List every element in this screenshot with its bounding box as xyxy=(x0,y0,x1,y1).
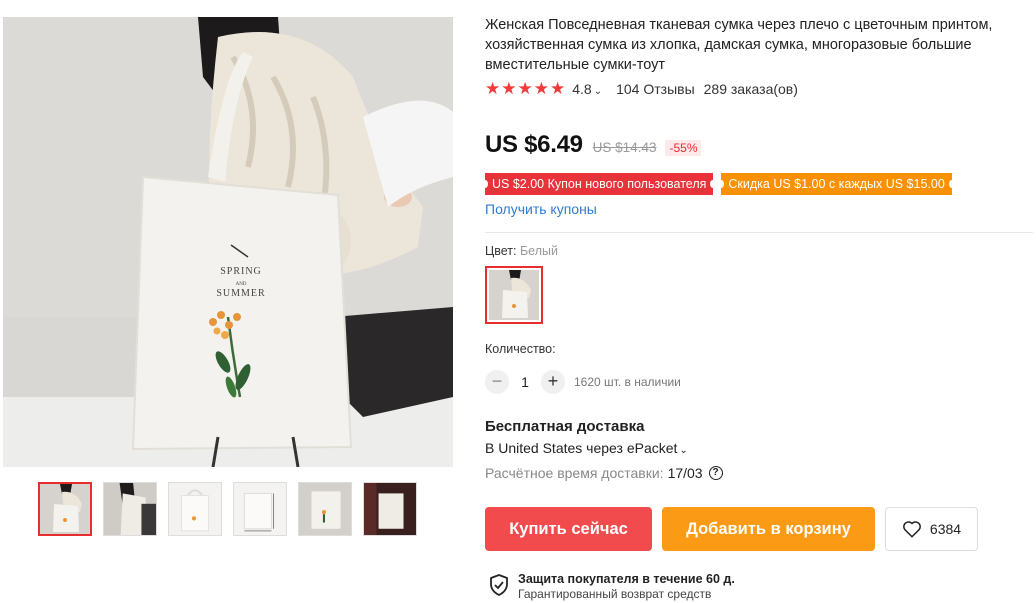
thumbnail-4[interactable] xyxy=(233,482,287,536)
shield-check-icon xyxy=(490,574,508,596)
star-icon: ★ xyxy=(501,79,517,98)
delivery-estimate-date: 17/03 xyxy=(667,465,703,481)
orders-count: 289 заказа(ов) xyxy=(703,81,798,97)
quantity-stepper: − 1 + 1620 шт. в наличии xyxy=(485,370,681,394)
rating-row: ★ ★ ★ ★ ★ 4.8 ⌄ 104 Отзывы 289 заказа(ов) xyxy=(485,80,798,98)
star-icon: ★ xyxy=(533,79,549,98)
star-icon: ★ xyxy=(485,79,501,98)
buyer-protection: Защита покупателя в течение 60 д. Гарант… xyxy=(489,572,735,602)
quantity-decrease-button[interactable]: − xyxy=(485,370,509,394)
get-coupons-link[interactable]: Получить купоны xyxy=(485,201,597,217)
bag-print-and: AND xyxy=(236,282,247,287)
rating-value-dropdown[interactable]: 4.8 ⌄ xyxy=(572,81,602,97)
price-row: US $6.49 US $14.43 -55% xyxy=(485,131,702,159)
delivery-estimate: Расчётное время доставки: 17/03 ? xyxy=(485,465,723,481)
color-label-text: Цвет: xyxy=(485,244,517,258)
buy-now-button[interactable]: Купить сейчас xyxy=(485,507,652,551)
question-circle-icon[interactable]: ? xyxy=(708,466,723,480)
thumbnail-3[interactable] xyxy=(168,482,222,536)
heart-icon xyxy=(903,521,921,538)
stock-count: 1620 шт. в наличии xyxy=(574,375,681,389)
chevron-down-icon: ⌄ xyxy=(593,86,603,97)
product-title: Женская Повседневная тканевая сумка чере… xyxy=(485,17,993,73)
thumbnail-1[interactable] xyxy=(38,482,92,536)
main-product-image[interactable]: SPRING AND SUMMER xyxy=(3,17,453,467)
thumbnail-5[interactable] xyxy=(298,482,352,536)
star-icon: ★ xyxy=(550,79,566,98)
shipping-method-text: В United States через ePacket xyxy=(485,440,678,456)
new-user-coupon[interactable]: US $2.00 Купон нового пользователя xyxy=(481,173,717,195)
quantity-increase-button[interactable]: + xyxy=(541,370,565,394)
coupon-list: US $2.00 Купон нового пользователя Скидк… xyxy=(481,173,956,195)
rating-stars: ★ ★ ★ ★ ★ xyxy=(485,80,565,98)
add-to-cart-button[interactable]: Добавить в корзину xyxy=(662,507,875,551)
color-value: Белый xyxy=(519,244,558,258)
shipping-method-selector[interactable]: В United States через ePacket ⌄ xyxy=(485,440,688,456)
protection-subtitle: Гарантированный возврат средств xyxy=(518,587,712,601)
rating-value: 4.8 xyxy=(572,81,592,97)
quantity-label: Количество: xyxy=(485,342,556,356)
discount-badge: -55% xyxy=(665,140,702,156)
thumbnail-2[interactable] xyxy=(103,482,157,536)
thumbnail-strip xyxy=(38,482,417,536)
reviews-link[interactable]: 104 Отзывы xyxy=(616,81,695,97)
thumbnail-6[interactable] xyxy=(363,482,417,536)
protection-title: Защита покупателя в течение 60 д. xyxy=(518,572,735,586)
store-discount-coupon[interactable]: Скидка US $1.00 с каждых US $15.00 xyxy=(718,173,956,195)
wishlist-button[interactable]: 6384 xyxy=(885,507,978,551)
original-price: US $14.43 xyxy=(592,140,657,155)
quantity-input[interactable]: 1 xyxy=(509,374,541,390)
bag-print-summer: SUMMER xyxy=(216,288,265,299)
delivery-estimate-label: Расчётное время доставки: xyxy=(485,465,664,481)
wishlist-count: 6384 xyxy=(929,521,962,537)
current-price: US $6.49 xyxy=(485,131,583,158)
shipping-title: Бесплатная доставка xyxy=(485,418,645,435)
chevron-down-icon: ⌄ xyxy=(679,445,688,456)
bag-print-spring: SPRING xyxy=(220,266,262,277)
color-swatch-white[interactable] xyxy=(485,266,543,324)
star-icon: ★ xyxy=(517,79,533,98)
color-label: Цвет: Белый xyxy=(485,244,558,258)
divider xyxy=(485,232,1033,233)
